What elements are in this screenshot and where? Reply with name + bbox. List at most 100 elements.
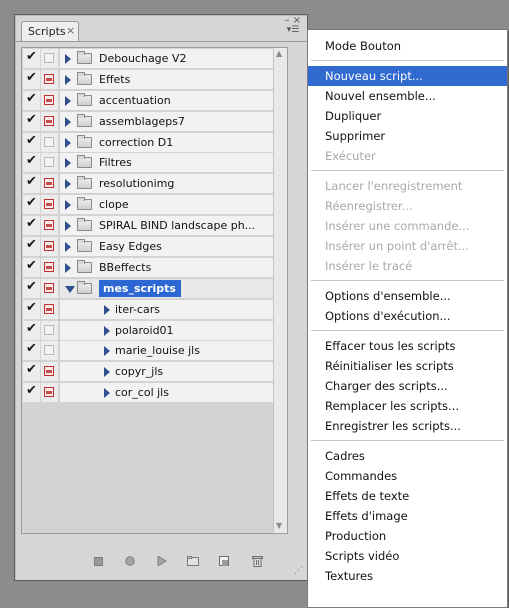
toggle-dialog-box[interactable] <box>41 195 58 215</box>
item-name-cell[interactable]: Easy Edges <box>60 237 287 257</box>
toggle-dialog-box[interactable] <box>41 90 58 110</box>
collapsed-triangle-icon[interactable] <box>104 346 110 357</box>
item-name-cell[interactable]: mes_scripts <box>60 278 287 298</box>
item-name-cell[interactable]: polaroid01 <box>60 320 287 340</box>
toggle-item-checkbox[interactable]: ✔ <box>23 362 40 382</box>
menu-item[interactable]: Nouveau script... <box>308 65 507 86</box>
collapsed-triangle-icon[interactable] <box>65 179 71 190</box>
toggle-item-checkbox[interactable]: ✔ <box>23 237 40 257</box>
toggle-item-checkbox[interactable]: ✔ <box>23 216 40 236</box>
toggle-item-checkbox[interactable]: ✔ <box>23 278 40 298</box>
collapsed-triangle-icon[interactable] <box>65 95 71 106</box>
scroll-down-icon[interactable]: ▼ <box>276 521 282 530</box>
collapsed-triangle-icon[interactable] <box>65 158 71 169</box>
toggle-item-checkbox[interactable]: ✔ <box>23 341 40 361</box>
script-row[interactable]: ✔ polaroid01 <box>22 320 287 341</box>
panel-menu-icon[interactable]: ▾☰ <box>285 24 301 36</box>
item-name-cell[interactable]: Debouchage V2 <box>60 49 287 68</box>
toggle-item-checkbox[interactable]: ✔ <box>23 132 40 152</box>
toggle-item-checkbox[interactable]: ✔ <box>23 383 40 403</box>
toggle-item-checkbox[interactable]: ✔ <box>23 174 40 194</box>
script-set-row[interactable]: ✔ Debouchage V2 <box>22 48 287 69</box>
item-name-cell[interactable]: iter-cars <box>60 299 287 319</box>
toggle-dialog-box[interactable] <box>41 69 58 89</box>
stop-icon[interactable] <box>91 555 105 567</box>
item-name-cell[interactable]: resolutionimg <box>60 174 287 194</box>
toggle-item-checkbox[interactable]: ✔ <box>23 195 40 215</box>
menu-item[interactable]: Charger des scripts... <box>308 376 507 396</box>
resize-grip-icon[interactable]: ⋰ <box>294 566 303 576</box>
script-row[interactable]: ✔ cor_col jls <box>22 382 287 403</box>
menu-item[interactable]: Mode Bouton <box>308 36 507 56</box>
menu-item[interactable]: Supprimer <box>308 126 507 146</box>
toggle-dialog-box[interactable] <box>41 341 58 361</box>
toggle-dialog-box[interactable] <box>41 49 58 68</box>
item-name-cell[interactable]: correction D1 <box>60 132 287 152</box>
script-row[interactable]: ✔ copyr_jls <box>22 361 287 382</box>
item-name-cell[interactable]: accentuation <box>60 90 287 110</box>
toggle-dialog-box[interactable] <box>41 237 58 257</box>
menu-item[interactable]: Production <box>308 526 507 546</box>
menu-item[interactable]: Scripts vidéo <box>308 546 507 566</box>
menu-item[interactable]: Commandes <box>308 466 507 486</box>
collapsed-triangle-icon[interactable] <box>65 221 71 232</box>
scroll-up-icon[interactable]: ▲ <box>276 49 282 58</box>
collapsed-triangle-icon[interactable] <box>104 388 110 399</box>
item-name-cell[interactable]: copyr_jls <box>60 362 287 382</box>
collapsed-triangle-icon[interactable] <box>65 242 71 253</box>
toggle-item-checkbox[interactable]: ✔ <box>23 49 40 68</box>
menu-item[interactable]: Effets de texte <box>308 486 507 506</box>
item-name-cell[interactable]: Effets <box>60 69 287 89</box>
script-set-row[interactable]: ✔ accentuation <box>22 90 287 111</box>
menu-item[interactable]: Nouvel ensemble... <box>308 86 507 106</box>
script-set-row[interactable]: ✔ SPIRAL BIND landscape ph... <box>22 215 287 236</box>
toggle-dialog-box[interactable] <box>41 257 58 277</box>
menu-item[interactable]: Réinitialiser les scripts <box>308 356 507 376</box>
play-icon[interactable] <box>155 555 169 567</box>
toggle-dialog-box[interactable] <box>41 132 58 152</box>
menu-item[interactable]: Cadres <box>308 446 507 466</box>
new-page-icon[interactable] <box>218 555 232 567</box>
script-set-row[interactable]: ✔ resolutionimg <box>22 173 287 194</box>
toggle-item-checkbox[interactable]: ✔ <box>23 90 40 110</box>
item-name-cell[interactable]: marie_louise jls <box>60 341 287 361</box>
script-set-row[interactable]: ✔ BBeffects <box>22 257 287 278</box>
script-row[interactable]: ✔ marie_louise jls <box>22 340 287 361</box>
menu-item[interactable]: Options d'ensemble... <box>308 286 507 306</box>
menu-item[interactable]: Remplacer les scripts... <box>308 396 507 416</box>
collapsed-triangle-icon[interactable] <box>65 200 71 211</box>
item-name-cell[interactable]: SPIRAL BIND landscape ph... <box>60 216 287 236</box>
toggle-item-checkbox[interactable]: ✔ <box>23 111 40 131</box>
collapsed-triangle-icon[interactable] <box>104 367 110 378</box>
tab-scripts[interactable]: Scripts × <box>21 21 79 41</box>
script-set-row[interactable]: ✔ Easy Edges <box>22 236 287 257</box>
toggle-item-checkbox[interactable]: ✔ <box>23 153 40 173</box>
toggle-item-checkbox[interactable]: ✔ <box>23 69 40 89</box>
tab-close-icon[interactable]: × <box>66 24 75 37</box>
script-set-row[interactable]: ✔ correction D1 <box>22 132 287 153</box>
script-set-row[interactable]: ✔ mes_scripts <box>22 278 287 299</box>
collapsed-triangle-icon[interactable] <box>65 54 71 64</box>
toggle-dialog-box[interactable] <box>41 278 58 298</box>
toggle-dialog-box[interactable] <box>41 111 58 131</box>
collapsed-triangle-icon[interactable] <box>104 304 110 315</box>
script-set-row[interactable]: ✔ clope <box>22 194 287 215</box>
toggle-dialog-box[interactable] <box>41 362 58 382</box>
item-name-cell[interactable]: cor_col jls <box>60 383 287 403</box>
folder-icon[interactable] <box>186 555 200 567</box>
menu-item[interactable]: Options d'exécution... <box>308 306 507 326</box>
trash-icon[interactable] <box>250 555 264 567</box>
toggle-item-checkbox[interactable]: ✔ <box>23 299 40 319</box>
collapsed-triangle-icon[interactable] <box>65 262 71 273</box>
collapsed-triangle-icon[interactable] <box>65 137 71 148</box>
item-name-cell[interactable]: clope <box>60 195 287 215</box>
script-row[interactable]: ✔ iter-cars <box>22 299 287 320</box>
toggle-dialog-box[interactable] <box>41 320 58 340</box>
record-icon[interactable] <box>123 555 137 567</box>
collapsed-triangle-icon[interactable] <box>65 116 71 127</box>
item-name-cell[interactable]: assemblageps7 <box>60 111 287 131</box>
expanded-triangle-icon[interactable] <box>65 285 75 293</box>
menu-item[interactable]: Textures <box>308 566 507 586</box>
script-set-row[interactable]: ✔ Filtres <box>22 152 287 173</box>
toggle-dialog-box[interactable] <box>41 383 58 403</box>
